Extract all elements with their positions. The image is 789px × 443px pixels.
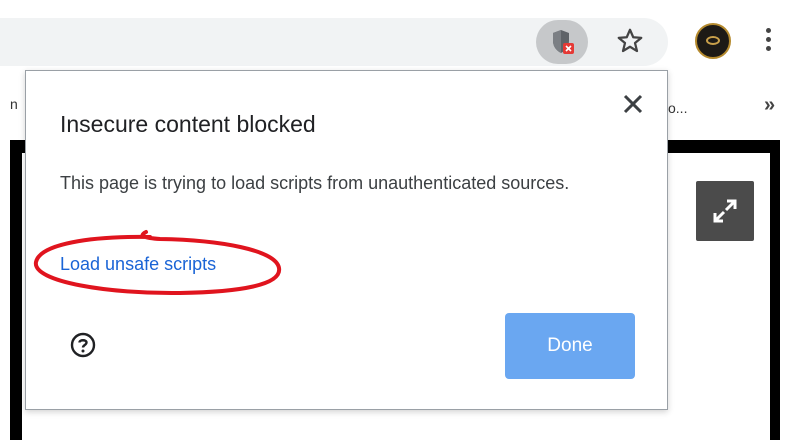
expand-icon — [713, 199, 737, 223]
bookmarks-overflow-button[interactable]: » — [764, 94, 775, 117]
dialog-message: This page is trying to load scripts from… — [60, 173, 570, 193]
star-icon[interactable] — [615, 26, 645, 56]
help-icon[interactable] — [70, 332, 96, 358]
profile-avatar[interactable] — [695, 23, 731, 59]
more-menu-icon[interactable] — [766, 28, 771, 55]
close-icon[interactable] — [622, 93, 644, 115]
bookmark-item[interactable]: n — [10, 96, 18, 112]
done-button[interactable]: Done — [505, 313, 635, 379]
bookmark-item[interactable]: o... — [668, 100, 687, 116]
dialog-title: Insecure content blocked — [60, 111, 316, 137]
browser-toolbar — [0, 0, 789, 68]
shield-blocked-icon — [553, 30, 574, 54]
insecure-content-button[interactable] — [536, 20, 588, 64]
insecure-content-dialog: Insecure content blocked This page is tr… — [25, 70, 668, 410]
expand-button[interactable] — [696, 181, 754, 241]
load-unsafe-scripts-link[interactable]: Load unsafe scripts — [60, 254, 216, 275]
